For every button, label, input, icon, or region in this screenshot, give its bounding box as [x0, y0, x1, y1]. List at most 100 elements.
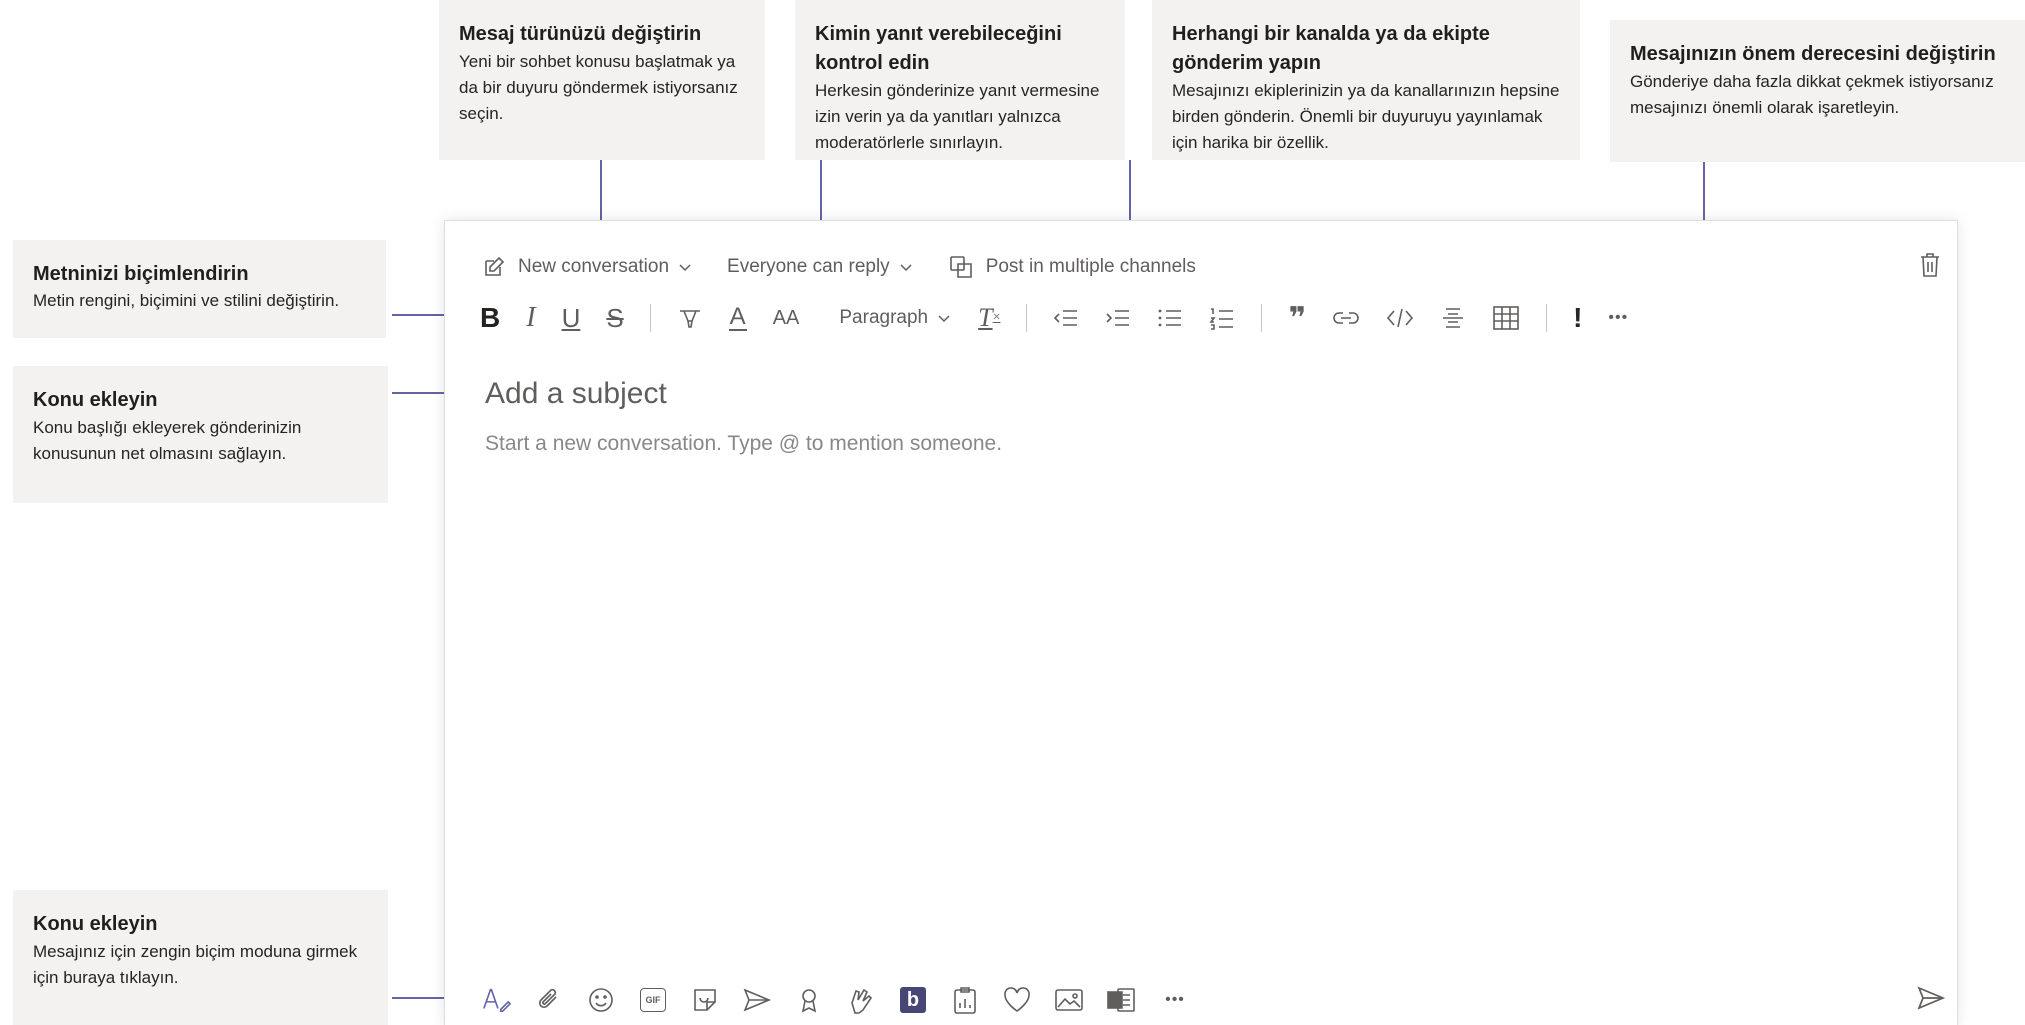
- horizontal-rule-icon: [1443, 308, 1464, 328]
- insert-table-button[interactable]: [1492, 300, 1520, 336]
- praise-button[interactable]: [794, 984, 824, 1016]
- compose-top-toolbar: New conversation Everyone can reply Post…: [482, 250, 1230, 284]
- multiple-channels-icon: [949, 256, 972, 278]
- compose-bottom-toolbar: GIF b •••: [482, 982, 1214, 1018]
- post-multiple-channels-label: Post in multiple channels: [985, 256, 1196, 277]
- praise-heart-button[interactable]: [1002, 984, 1032, 1016]
- callout-who-can-reply: Kimin yanıt verebileceğini kontrol edin …: [795, 0, 1125, 160]
- insert-link-button[interactable]: [1332, 300, 1360, 336]
- new-conversation-dropdown[interactable]: New conversation: [482, 255, 693, 279]
- clipboard-chart-icon: [954, 987, 976, 1014]
- reply-permission-dropdown[interactable]: Everyone can reply: [727, 256, 914, 278]
- callout-body: Yeni bir sohbet konusu başlatmak ya da b…: [459, 52, 738, 123]
- image-icon: [1055, 989, 1083, 1011]
- praise-hands-button[interactable]: [846, 984, 876, 1016]
- chevron-down-icon: [938, 315, 950, 323]
- bold-glyph: B: [480, 302, 501, 333]
- callout-message-type: Mesaj türünüzü değiştirin Yeni bir sohbe…: [439, 0, 765, 160]
- app-b-button[interactable]: b: [898, 984, 928, 1016]
- callout-importance: Mesajınızın önem derecesini değiştirin G…: [1610, 20, 2025, 162]
- callout-multi-channel: Herhangi bir kanalda ya da ekipte gönder…: [1152, 0, 1580, 160]
- send-button[interactable]: [1916, 984, 1946, 1017]
- post-multiple-channels-button[interactable]: Post in multiple channels: [948, 254, 1196, 280]
- edit-icon: [485, 256, 505, 276]
- italic-button[interactable]: I: [526, 300, 535, 336]
- paragraph-dropdown[interactable]: Paragraph: [839, 300, 952, 336]
- more-apps-glyph: •••: [1165, 991, 1185, 1008]
- code-snippet-button[interactable]: [1386, 300, 1414, 336]
- callout-body: Mesajınız için zengin biçim moduna girme…: [33, 942, 358, 987]
- clear-x-icon: ×: [992, 310, 1001, 325]
- reply-permission-label: Everyone can reply: [727, 256, 890, 277]
- app-b-icon: b: [900, 987, 926, 1013]
- new-conversation-label: New conversation: [518, 256, 670, 277]
- link-icon: [1333, 312, 1359, 324]
- emoji-icon: [589, 988, 613, 1012]
- callout-title: Metninizi biçimlendirin: [33, 263, 249, 285]
- hand-icon: [851, 988, 873, 1014]
- bold-button[interactable]: B: [480, 300, 500, 336]
- callout-add-subject: Konu ekleyin Konu başlığı ekleyerek gönd…: [13, 366, 388, 503]
- font-color-button[interactable]: A: [728, 300, 747, 336]
- callout-body: Mesajınızı ekiplerinizin ya da kanalları…: [1172, 81, 1560, 152]
- callout-title: Konu ekleyin: [33, 389, 158, 411]
- bullet-list-icon: [1159, 309, 1182, 327]
- font-size-button[interactable]: AA: [773, 300, 800, 336]
- more-apps-button[interactable]: •••: [1158, 984, 1192, 1016]
- discard-button[interactable]: [1918, 251, 1942, 284]
- emoji-button[interactable]: [586, 984, 616, 1016]
- bulleted-list-button[interactable]: [1157, 300, 1183, 336]
- clear-formatting-button[interactable]: T ×: [978, 300, 1000, 336]
- image-app-button[interactable]: [1054, 984, 1084, 1016]
- forms-app-button[interactable]: [950, 984, 980, 1016]
- toolbar-divider: [1546, 304, 1548, 332]
- underline-glyph: U: [561, 302, 581, 333]
- underline-button[interactable]: U: [562, 300, 581, 336]
- attach-button[interactable]: [534, 984, 564, 1016]
- mark-important-button[interactable]: !: [1573, 300, 1582, 336]
- gif-icon: GIF: [640, 988, 666, 1012]
- compose-box: [444, 220, 1958, 1025]
- send-icon: [1917, 986, 1946, 1010]
- more-format-options-button[interactable]: •••: [1608, 300, 1628, 336]
- font-color-bar: [728, 329, 747, 331]
- stream-app-button[interactable]: [1106, 984, 1136, 1016]
- format-button[interactable]: [482, 984, 512, 1016]
- meet-now-button[interactable]: [742, 984, 772, 1016]
- indent-icon: [1106, 310, 1130, 326]
- sticker-icon: [694, 989, 716, 1011]
- message-body-input[interactable]: Start a new conversation. Type @ to ment…: [485, 428, 1485, 460]
- quote-button[interactable]: ❞: [1288, 300, 1306, 336]
- font-size-glyph: AA: [772, 306, 800, 329]
- horizontal-rule-button[interactable]: [1440, 300, 1466, 336]
- increase-indent-button[interactable]: [1105, 300, 1131, 336]
- strikethrough-button[interactable]: S: [606, 300, 623, 336]
- chevron-down-icon: [900, 264, 912, 272]
- strike-glyph: S: [606, 302, 624, 333]
- callout-body: Gönderiye daha fazla dikkat çekmek istiy…: [1630, 72, 1994, 117]
- paragraph-label: Paragraph: [839, 307, 929, 328]
- decrease-indent-button[interactable]: [1053, 300, 1079, 336]
- callout-title: Kimin yanıt verebileceğini kontrol edin: [815, 23, 1062, 74]
- gif-button[interactable]: GIF: [638, 984, 668, 1016]
- format-pen-icon: [483, 988, 512, 1013]
- callout-rich-format: Konu ekleyin Mesajınız için zengin biçim…: [13, 890, 388, 1025]
- callout-body: Metin rengini, biçimini ve stilini değiş…: [33, 291, 340, 310]
- callout-title: Mesaj türünüzü değiştirin: [459, 23, 702, 45]
- numbered-list-button[interactable]: [1209, 300, 1235, 336]
- sticker-button[interactable]: [690, 984, 720, 1016]
- highlight-button[interactable]: [677, 300, 703, 336]
- italic-glyph: I: [526, 302, 536, 333]
- toolbar-divider: [649, 304, 651, 332]
- more-glyph: •••: [1608, 309, 1629, 326]
- callout-title: Herhangi bir kanalda ya da ekipte gönder…: [1172, 23, 1490, 74]
- font-color-glyph: A: [729, 303, 746, 330]
- subject-input[interactable]: Add a subject: [485, 374, 1485, 414]
- table-icon: [1493, 306, 1519, 330]
- compose-area: [459, 233, 1943, 993]
- quote-glyph: ❞: [1288, 301, 1307, 335]
- callout-body: Herkesin gönderinize yanıt vermesine izi…: [815, 81, 1100, 152]
- clear-format-glyph: T: [978, 303, 993, 332]
- send-arrow-outline-icon: [743, 988, 772, 1012]
- toolbar-divider: [1261, 304, 1263, 332]
